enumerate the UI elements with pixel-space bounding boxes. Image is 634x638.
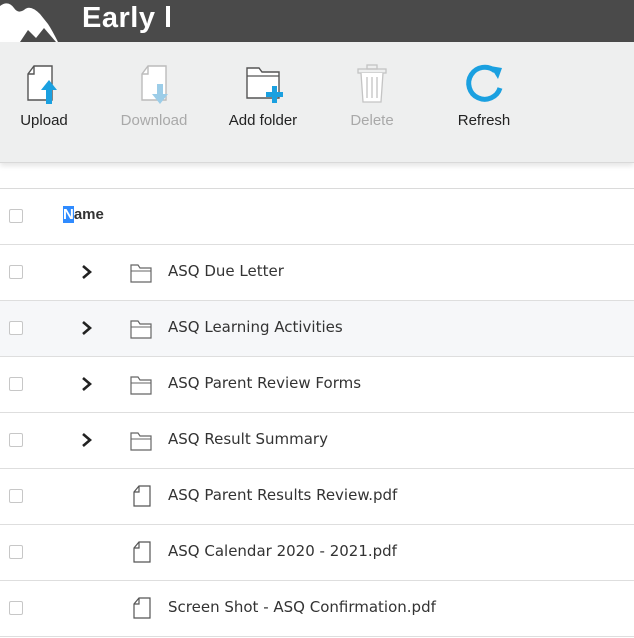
page-title: Early l [82,2,173,34]
column-header-name-rest: ame [73,206,104,223]
add-folder-label: Add folder [228,112,298,129]
folder-icon [130,320,152,339]
table-row[interactable]: ASQ Parent Review Forms [0,357,634,413]
add-folder-icon [246,67,283,103]
row-name[interactable]: ASQ Calendar 2020 - 2021.pdf [168,542,397,560]
row-name[interactable]: Screen Shot - ASQ Confirmation.pdf [168,598,436,616]
column-header-name-selected-char: N [63,206,74,223]
row-checkbox[interactable] [9,489,23,503]
upload-icon [27,65,57,104]
folder-icon [130,264,152,283]
row-name[interactable]: ASQ Result Summary [168,430,328,448]
table-row[interactable]: Screen Shot - ASQ Confirmation.pdf [0,581,634,637]
row-name[interactable]: ASQ Parent Results Review.pdf [168,486,397,504]
add-folder-button[interactable]: Add folder [218,62,308,129]
chevron-right-icon[interactable] [80,319,94,337]
download-icon [141,65,168,104]
table-row[interactable]: ASQ Learning Activities [0,301,634,357]
row-checkbox[interactable] [9,545,23,559]
document-icon [133,597,151,619]
column-header-name[interactable]: Name [63,206,104,223]
trash-icon [357,64,387,103]
document-icon [133,541,151,563]
row-name[interactable]: ASQ Learning Activities [168,318,343,336]
row-name[interactable]: ASQ Due Letter [168,262,284,280]
refresh-label: Refresh [457,112,511,129]
row-checkbox[interactable] [9,601,23,615]
delete-button[interactable]: Delete [340,62,404,129]
table-row[interactable]: ASQ Calendar 2020 - 2021.pdf [0,525,634,581]
table-row[interactable]: ASQ Due Letter [0,245,634,301]
folder-icon [130,376,152,395]
download-button[interactable]: Download [112,62,196,129]
document-icon [133,485,151,507]
chevron-right-icon[interactable] [80,375,94,393]
row-checkbox[interactable] [9,433,23,447]
refresh-icon [466,64,503,102]
toolbar: Upload Download Add folder Delete Refres… [0,42,634,163]
file-table: Name ASQ Due Letter ASQ Learning Activit… [0,188,634,637]
row-checkbox[interactable] [9,265,23,279]
row-checkbox[interactable] [9,377,23,391]
delete-label: Delete [350,112,394,129]
table-row[interactable]: ASQ Result Summary [0,413,634,469]
chevron-right-icon[interactable] [80,431,94,449]
folder-icon [130,432,152,451]
upload-label: Upload [20,112,68,129]
chevron-right-icon[interactable] [80,263,94,281]
download-label: Download [120,112,188,129]
refresh-button[interactable]: Refresh [446,62,522,129]
table-row[interactable]: ASQ Parent Results Review.pdf [0,469,634,525]
upload-button[interactable]: Upload [14,62,74,129]
row-checkbox[interactable] [9,321,23,335]
select-all-checkbox[interactable] [9,209,23,223]
row-name[interactable]: ASQ Parent Review Forms [168,374,361,392]
table-header-row: Name [0,189,634,245]
logo-icon [0,3,58,42]
app-header: Early l [0,0,634,42]
